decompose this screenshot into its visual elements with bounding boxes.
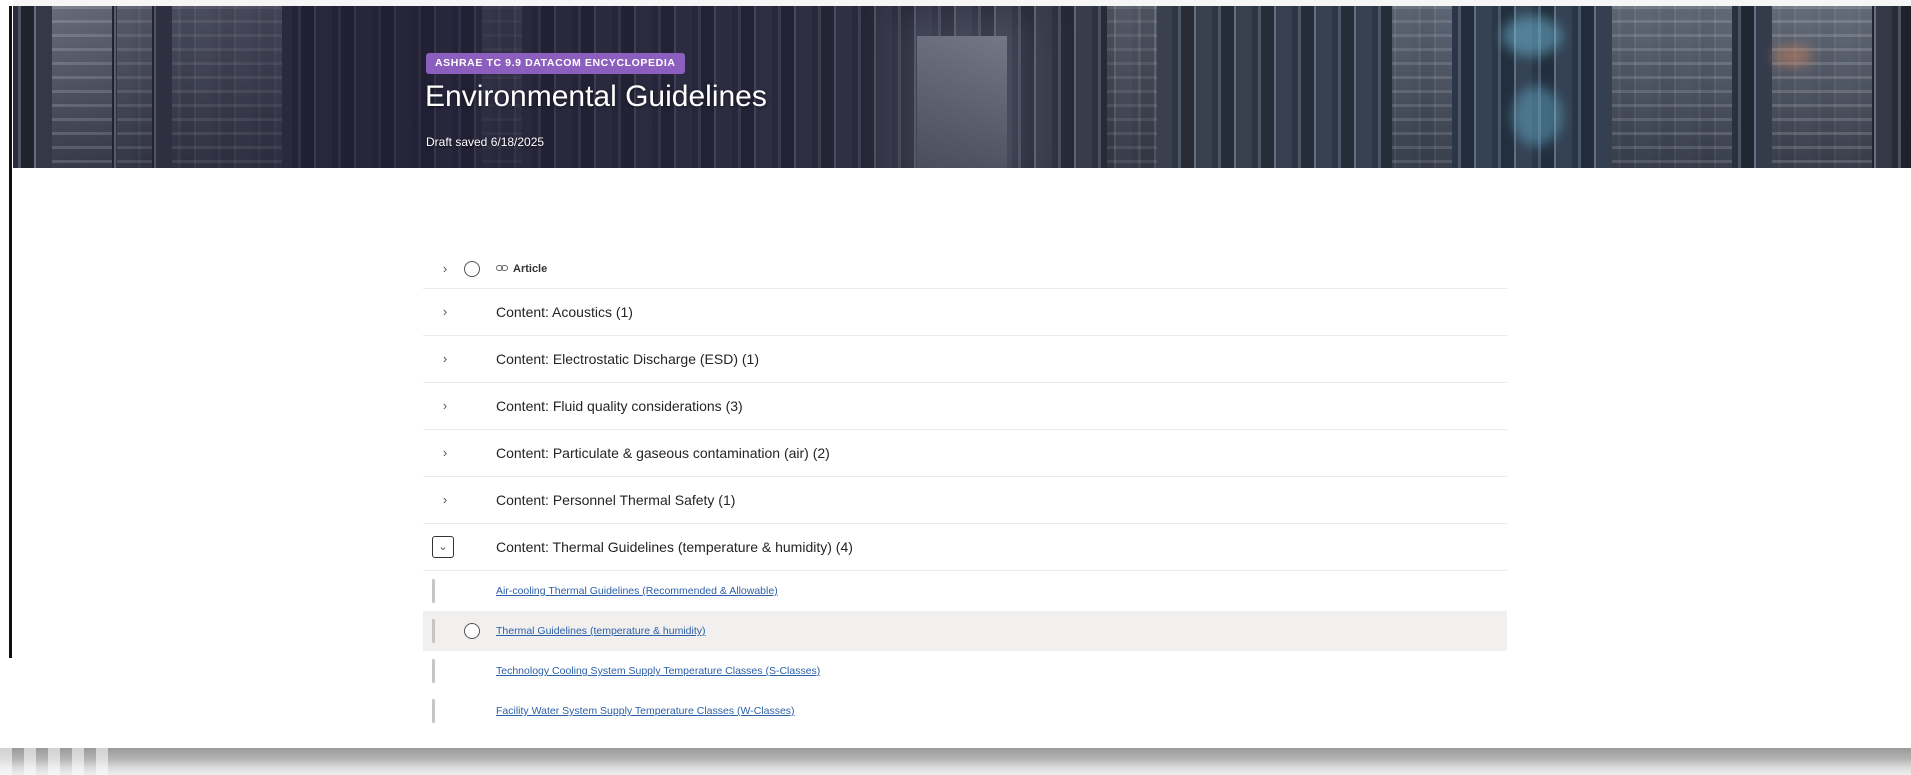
page-title: Environmental Guidelines: [425, 80, 767, 113]
list-item[interactable]: Technology Cooling System Supply Tempera…: [423, 651, 1507, 691]
window-bottom-pattern: [0, 748, 120, 775]
group-label: Content: Particulate & gaseous contamina…: [496, 445, 830, 461]
chevron-right-icon[interactable]: ›: [439, 493, 451, 506]
chevron-down-icon[interactable]: ⌄: [432, 536, 454, 558]
list-item[interactable]: Thermal Guidelines (temperature & humidi…: [423, 611, 1507, 651]
chevron-right-icon[interactable]: ›: [439, 399, 451, 412]
chevron-right-icon[interactable]: ›: [439, 352, 451, 365]
article-link[interactable]: Facility Water System Supply Temperature…: [496, 705, 795, 717]
window-border: [9, 6, 12, 658]
indent-bar: [432, 619, 435, 643]
group-row-esd[interactable]: › Content: Electrostatic Discharge (ESD)…: [423, 336, 1507, 383]
category-badge: ASHRAE TC 9.9 DATACOM ENCYCLOPEDIA: [426, 53, 685, 74]
hero-overlay: [12, 6, 1911, 168]
list-item[interactable]: Facility Water System Supply Temperature…: [423, 691, 1507, 731]
indent-bar: [432, 659, 435, 683]
list-header-row: › Article: [423, 249, 1507, 289]
link-icon: [496, 264, 508, 273]
indent-bar: [432, 579, 435, 603]
chevron-right-icon[interactable]: ›: [439, 305, 451, 318]
draft-status: Draft saved 6/18/2025: [426, 135, 545, 149]
chevron-right-icon[interactable]: ›: [439, 262, 451, 275]
group-row-fluid-quality[interactable]: › Content: Fluid quality considerations …: [423, 383, 1507, 430]
group-label: Content: Acoustics (1): [496, 304, 633, 320]
hero-banner: [12, 6, 1911, 168]
group-label: Content: Personnel Thermal Safety (1): [496, 492, 736, 508]
list-item[interactable]: Air-cooling Thermal Guidelines (Recommen…: [423, 571, 1507, 611]
grouped-list: › Article › Content: Acoustics (1) › Con…: [423, 249, 1507, 731]
article-link[interactable]: Technology Cooling System Supply Tempera…: [496, 665, 820, 677]
group-row-personnel-safety[interactable]: › Content: Personnel Thermal Safety (1): [423, 477, 1507, 524]
group-row-acoustics[interactable]: › Content: Acoustics (1): [423, 289, 1507, 336]
select-all-radio[interactable]: [464, 260, 480, 277]
chevron-right-icon[interactable]: ›: [439, 446, 451, 459]
column-header-article[interactable]: Article: [496, 263, 547, 275]
indent-bar: [432, 699, 435, 723]
group-row-particulate[interactable]: › Content: Particulate & gaseous contami…: [423, 430, 1507, 477]
group-label: Content: Thermal Guidelines (temperature…: [496, 539, 853, 555]
article-link[interactable]: Thermal Guidelines (temperature & humidi…: [496, 625, 706, 637]
column-header-label: Article: [513, 262, 548, 275]
window-bottom-edge: [0, 748, 1911, 775]
group-label: Content: Electrostatic Discharge (ESD) (…: [496, 351, 759, 367]
article-link[interactable]: Air-cooling Thermal Guidelines (Recommen…: [496, 585, 778, 597]
row-select-radio[interactable]: [464, 623, 480, 639]
group-row-thermal-guidelines[interactable]: ⌄ Content: Thermal Guidelines (temperatu…: [423, 524, 1507, 571]
group-label: Content: Fluid quality considerations (3…: [496, 398, 743, 414]
